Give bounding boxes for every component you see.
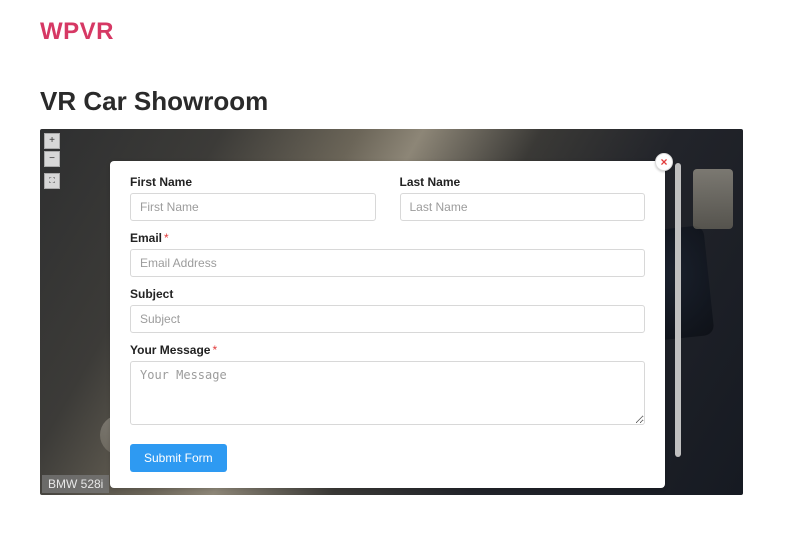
email-field-wrap: Email* [130,231,645,277]
required-indicator: * [212,343,217,357]
scene-caption: BMW 528i [42,475,109,493]
submit-button[interactable]: Submit Form [130,444,227,472]
vr-controls: + − ⛶ [44,133,60,189]
message-field-wrap: Your Message* [130,343,645,430]
subject-field-wrap: Subject [130,287,645,333]
subject-label: Subject [130,287,645,301]
message-label: Your Message* [130,343,645,357]
last-name-input[interactable] [400,193,646,221]
zoom-in-button[interactable]: + [44,133,60,149]
email-input[interactable] [130,249,645,277]
last-name-label: Last Name [400,175,646,189]
modal-scrollbar[interactable] [675,163,681,457]
message-textarea[interactable] [130,361,645,425]
last-name-field: Last Name [400,175,646,221]
close-icon: × [660,155,667,169]
close-button[interactable]: × [655,153,673,171]
site-title[interactable]: WPVR [0,0,800,46]
email-label: Email* [130,231,645,245]
subject-input[interactable] [130,305,645,333]
first-name-label: First Name [130,175,376,189]
contact-form-modal: × First Name Last Name Email* Subject [110,161,665,488]
decor-shape [693,169,733,229]
first-name-input[interactable] [130,193,376,221]
required-indicator: * [164,231,169,245]
vr-viewer[interactable]: + − ⛶ BMW 528i × First Name Last Name Em… [40,129,743,495]
page-title: VR Car Showroom [0,46,800,129]
message-label-text: Your Message [130,343,210,357]
zoom-out-button[interactable]: − [44,151,60,167]
email-label-text: Email [130,231,162,245]
first-name-field: First Name [130,175,376,221]
fullscreen-button[interactable]: ⛶ [44,173,60,189]
